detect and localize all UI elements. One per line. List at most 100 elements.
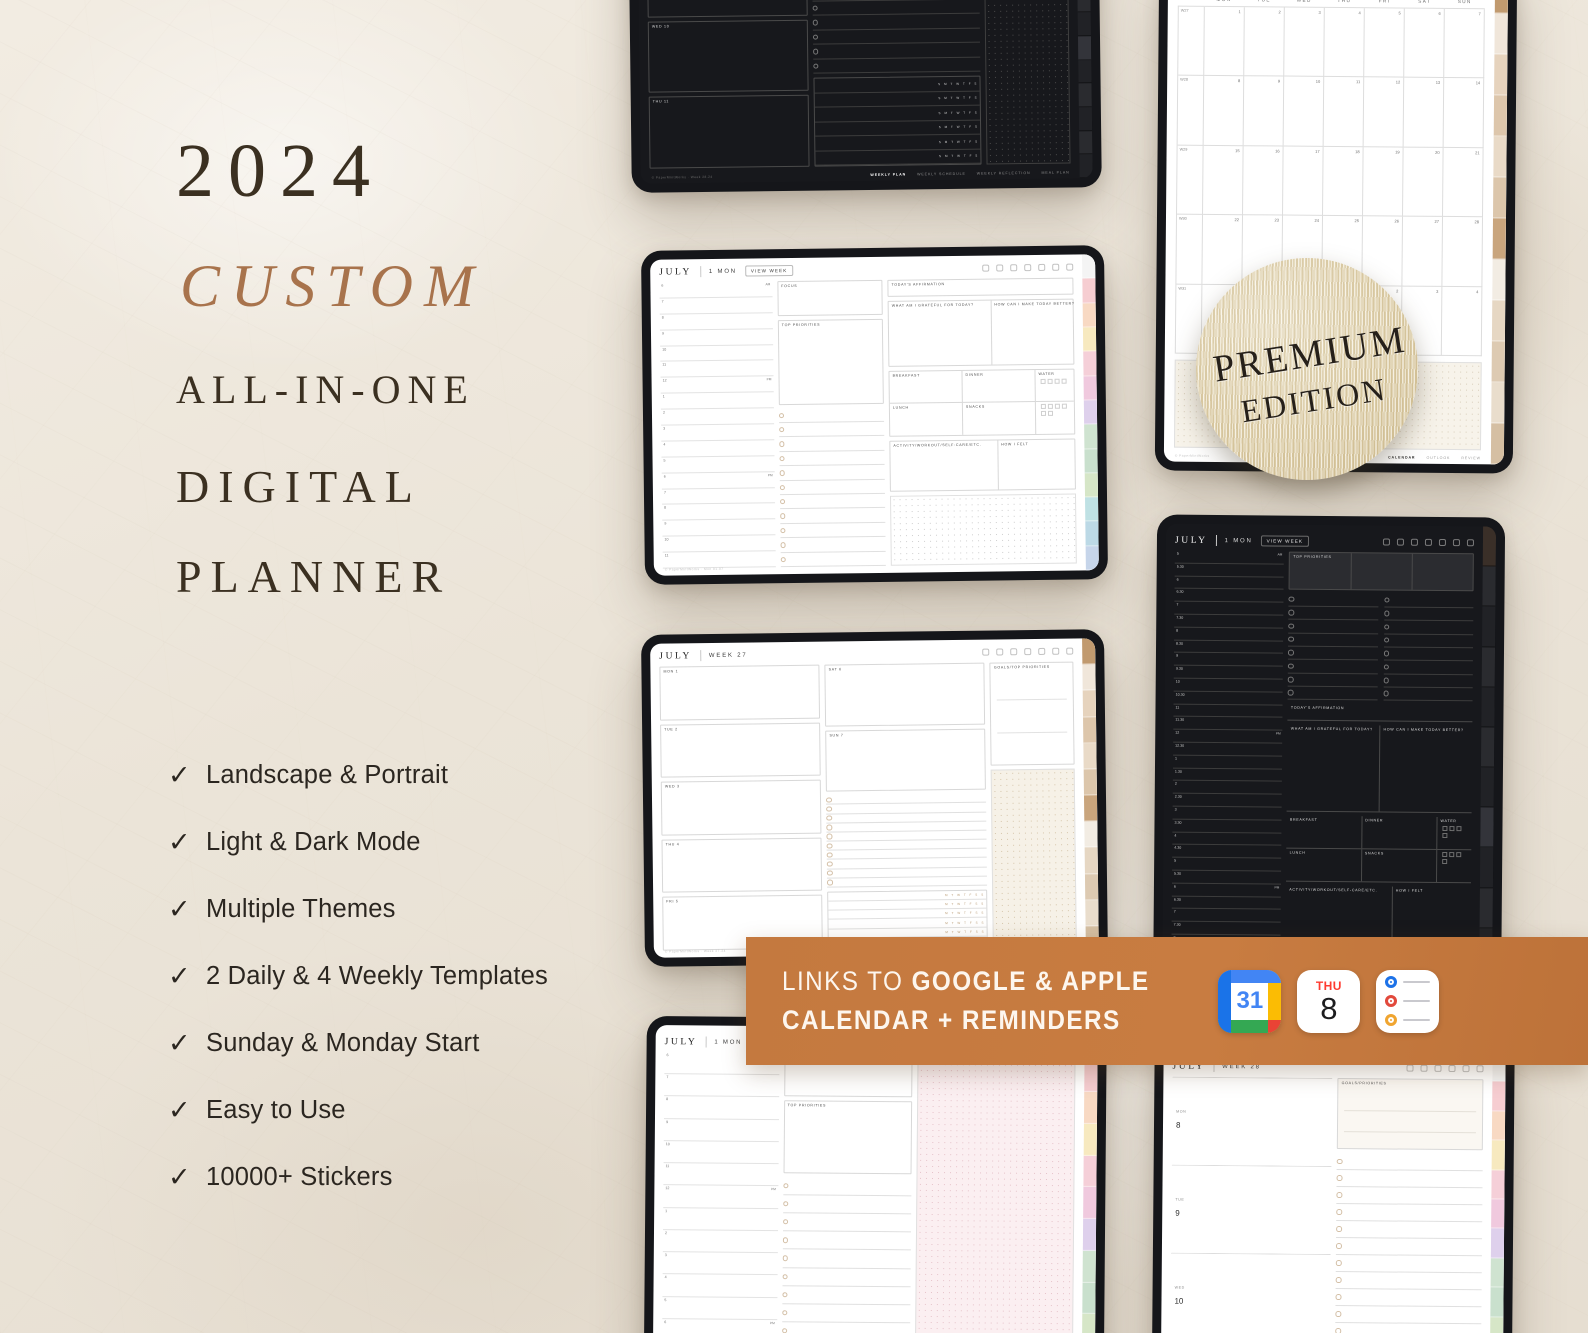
month-tab[interactable] [1481, 687, 1495, 728]
month-tab[interactable] [1479, 847, 1494, 888]
habit-day[interactable]: T [964, 920, 966, 924]
habit-day[interactable]: T [951, 125, 953, 129]
month-day-cell[interactable]: 22 [1202, 215, 1244, 285]
habit-day[interactable]: T [964, 930, 966, 934]
page-icon[interactable] [1420, 1064, 1428, 1072]
todo-line[interactable] [1336, 1170, 1483, 1189]
hour-row[interactable]: 9 [1173, 653, 1284, 667]
month-tab[interactable] [1083, 742, 1097, 770]
todo-line[interactable] [782, 1213, 912, 1233]
habit-day[interactable]: W [956, 96, 959, 100]
habit-day[interactable]: W [957, 902, 960, 906]
hour-row[interactable]: 9 [662, 519, 776, 537]
notes-dot-grid[interactable] [890, 493, 1077, 566]
hour-row[interactable]: 10 [662, 535, 776, 553]
month-tab[interactable] [1493, 95, 1508, 137]
habit-day[interactable]: S [975, 96, 977, 100]
habit-day[interactable]: W [957, 111, 960, 115]
habit-day[interactable]: T [951, 902, 953, 906]
toolbar-icons[interactable] [982, 647, 1074, 656]
month-tab[interactable] [1492, 1081, 1506, 1112]
meal-grid[interactable]: BREAKFAST DINNER WATER LUNCH SNACKS [888, 368, 1076, 437]
tab-review[interactable]: REVIEW [1461, 456, 1481, 460]
habit-day[interactable]: M [944, 111, 947, 115]
heart-icon[interactable] [1462, 1065, 1470, 1073]
pen-icon[interactable] [1434, 1064, 1442, 1072]
apple-calendar-icon[interactable]: THU 8 [1297, 969, 1361, 1033]
month-day-cell[interactable]: 1 [1204, 6, 1245, 77]
habit-day[interactable]: S [975, 125, 977, 129]
habit-tracker[interactable]: SMTWTFSSMTWTFSSMTWTFSSMTWTFSSMTWTFSSMTWT… [813, 75, 982, 167]
view-week-button[interactable]: VIEW WEEK [744, 264, 794, 277]
month-tab[interactable] [1082, 254, 1096, 279]
todo-line[interactable] [782, 1249, 912, 1269]
hour-row[interactable]: 6.30 [1174, 589, 1284, 603]
todo-line[interactable] [1335, 1272, 1482, 1291]
month-tab[interactable] [1077, 36, 1092, 61]
todo-lines[interactable] [826, 793, 988, 888]
notes-dot-grid[interactable] [984, 0, 1071, 165]
month-tab[interactable] [1480, 727, 1495, 768]
habit-day[interactable]: S [981, 893, 983, 897]
habit-day[interactable]: T [964, 154, 966, 158]
todo-line[interactable] [781, 1322, 911, 1333]
apple-reminders-icon[interactable] [1376, 969, 1440, 1033]
toolbar-icons[interactable] [1406, 1064, 1484, 1073]
hour-row[interactable]: 6 PM [1171, 883, 1282, 898]
month-day-cell[interactable]: 28 [1442, 217, 1484, 287]
month-tab[interactable] [1078, 59, 1092, 84]
habit-day[interactable]: T [951, 96, 953, 100]
hour-row[interactable]: 7 [1174, 601, 1284, 616]
hour-row[interactable]: 10 [663, 1141, 779, 1165]
page-icon[interactable] [996, 264, 1004, 272]
habit-day[interactable]: F [970, 893, 972, 897]
month-tab[interactable] [1082, 1218, 1097, 1251]
todo-line[interactable] [782, 1267, 912, 1288]
habit-day[interactable]: S [975, 911, 977, 915]
water-tracker[interactable]: WATER [1437, 817, 1471, 849]
month-tab[interactable] [1077, 12, 1091, 37]
month-tab[interactable] [1083, 1187, 1097, 1220]
nav-arrows-icon[interactable] [1066, 263, 1074, 271]
todo-line[interactable] [1335, 1322, 1482, 1333]
hour-row[interactable]: 5 [661, 456, 775, 474]
sticker-icon[interactable] [1024, 264, 1032, 272]
week-number[interactable]: W27 [1178, 6, 1205, 77]
habit-day[interactable]: M [945, 154, 948, 158]
habit-day[interactable]: F [970, 920, 972, 924]
habit-row[interactable]: SMTWTFS [815, 149, 981, 166]
hour-row[interactable]: 11 [1173, 704, 1283, 718]
hour-row[interactable]: 3.30 [1172, 819, 1282, 834]
month-tab[interactable] [1482, 566, 1496, 607]
hour-row[interactable]: 9 [663, 1118, 779, 1143]
habit-day[interactable]: T [963, 96, 965, 100]
habit-day[interactable]: T [964, 911, 966, 915]
hourly-schedule[interactable]: 6AM789101112PM123456PM78910 [661, 1052, 780, 1333]
hourly-schedule[interactable]: 5 AM 5.30 6 6.30 7 7.30 8 8.30 9 9.30 10 10.30 11 11.3… [1170, 550, 1285, 1000]
month-day-cell[interactable]: 12 [1363, 77, 1405, 148]
todo-line[interactable] [1336, 1221, 1483, 1240]
habit-day[interactable]: T [952, 921, 954, 925]
habit-day[interactable]: S [939, 154, 941, 158]
habit-day[interactable]: T [963, 82, 965, 86]
view-week-button[interactable]: VIEW WEEK [1260, 535, 1310, 547]
month-tab[interactable] [1083, 375, 1097, 401]
month-day-cell[interactable]: 16 [1243, 146, 1284, 216]
month-day-cell[interactable]: 4 [1441, 286, 1483, 357]
month-tab[interactable] [1082, 638, 1096, 665]
hour-row[interactable]: 6 PM [662, 1318, 777, 1333]
month-tab[interactable] [1494, 13, 1508, 55]
month-tab[interactable] [1491, 1111, 1506, 1141]
hour-row[interactable]: 5 [1172, 857, 1282, 872]
hour-row[interactable]: 1 [1172, 755, 1283, 770]
month-tab[interactable] [1492, 218, 1506, 260]
habit-day[interactable]: T [952, 911, 954, 915]
month-tab[interactable] [1085, 497, 1099, 522]
month-tab[interactable] [1082, 1250, 1096, 1283]
todo-lines[interactable] [778, 407, 886, 568]
calendar-icon[interactable] [1438, 538, 1446, 547]
tab-weekly-reflection[interactable]: WEEKLY REFLECTION [977, 171, 1031, 176]
habit-day[interactable]: F [969, 125, 971, 129]
month-day-cell[interactable]: 9 [1243, 76, 1285, 147]
month-tab[interactable] [1083, 351, 1097, 377]
